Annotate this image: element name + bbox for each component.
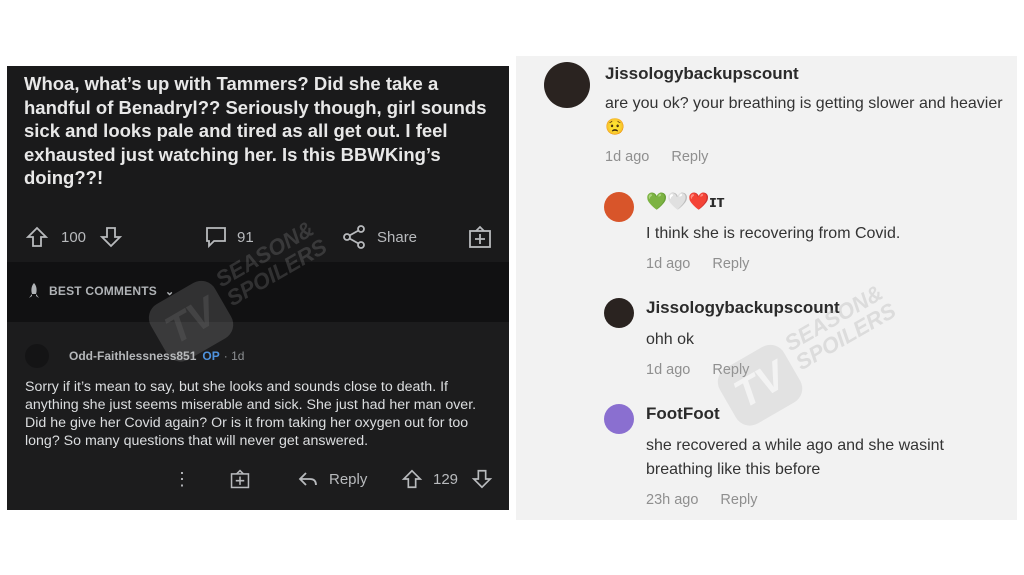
sort-bar: BEST COMMENTS ⌄	[7, 262, 509, 322]
tiktok-comments-panel: Jissologybackupscount are you ok? your b…	[516, 56, 1017, 520]
comment-time: 1d ago	[646, 256, 691, 272]
comments-button[interactable]: 91	[203, 220, 254, 254]
avatar[interactable]	[604, 404, 634, 434]
comment-item: FootFoot she recovered a while ago and s…	[516, 400, 1017, 518]
gift-icon	[230, 469, 250, 489]
reddit-post-panel: Whoa, what’s up with Tammers? Did she ta…	[7, 66, 509, 510]
comment-meta: 1d ago Reply	[646, 362, 749, 378]
op-badge: OP	[202, 349, 220, 363]
comment-text: ohh ok	[646, 331, 695, 348]
comment-card: Odd-Faithlessness851 OP · 1d Sorry if it…	[7, 322, 509, 510]
comment-time: · 1d	[223, 349, 245, 363]
comment-text: she recovered a while ago and she wasint…	[646, 437, 944, 478]
arrow-down-icon	[471, 469, 493, 489]
upvote-count: 100	[61, 228, 87, 246]
arrow-down-icon	[99, 227, 123, 248]
comment-item: Jissologybackupscount ohh ok 1d ago Reply	[516, 294, 1017, 394]
sort-label: BEST COMMENTS	[49, 284, 157, 298]
comment-body: Sorry if it’s mean to say, but she looks…	[25, 379, 477, 449]
comment-username[interactable]: 💚🤍❤️ɪт	[646, 192, 725, 212]
comment-actions: ⋮ Reply 129	[7, 464, 509, 494]
arrow-up-icon	[25, 226, 49, 247]
comment-time: 1d ago	[646, 362, 691, 378]
comment-meta: 1d ago Reply	[646, 256, 749, 272]
avatar[interactable]	[604, 192, 634, 222]
comment-meta: 23h ago Reply	[646, 492, 758, 508]
share-label: Share	[377, 228, 418, 246]
reply-arrow-icon	[298, 472, 317, 486]
reply-label: Reply	[329, 470, 368, 488]
arrow-up-icon	[401, 469, 423, 489]
comment-text: I think she is recovering from Covid.	[646, 225, 901, 242]
post-body: Whoa, what’s up with Tammers? Did she ta…	[24, 73, 487, 188]
comment-upvote-button[interactable]	[401, 464, 423, 494]
comment-username[interactable]: Jissologybackupscount	[605, 64, 799, 84]
reply-button[interactable]: Reply	[720, 492, 757, 508]
comment-item: 💚🤍❤️ɪт I think she is recovering from Co…	[516, 184, 1017, 284]
comment-item: Jissologybackupscount are you ok? your b…	[516, 56, 1017, 176]
sort-best-comments[interactable]: BEST COMMENTS ⌄	[25, 282, 174, 300]
comment-time: 23h ago	[646, 492, 699, 508]
avatar[interactable]	[25, 344, 49, 368]
downvote-button[interactable]	[99, 220, 123, 254]
share-button[interactable]: Share	[341, 220, 417, 254]
comment-downvote-button[interactable]	[471, 464, 493, 494]
comment-username[interactable]: Jissologybackupscount	[646, 298, 840, 318]
comment-time: 1d ago	[605, 149, 650, 165]
gift-icon	[469, 225, 491, 248]
award-button[interactable]	[467, 220, 493, 254]
comment-text: are you ok? your breathing is getting sl…	[605, 95, 1003, 136]
rocket-icon	[29, 283, 39, 298]
post-actions-bar: 100 91 Share	[7, 220, 509, 254]
chevron-down-icon: ⌄	[164, 285, 175, 298]
reply-button[interactable]: Reply	[712, 362, 749, 378]
comments-count: 91	[237, 228, 254, 246]
comment-award-button[interactable]	[229, 464, 251, 494]
comment-reply-button[interactable]: Reply	[297, 464, 367, 494]
reply-button[interactable]: Reply	[671, 149, 708, 165]
comment-vote-count: 129	[433, 470, 459, 488]
comment-username[interactable]: FootFoot	[646, 404, 720, 424]
more-options-button[interactable]: ⋮	[173, 464, 191, 494]
avatar[interactable]	[604, 298, 634, 328]
comment-header: Odd-Faithlessness851 OP · 1d	[25, 344, 244, 368]
share-icon	[343, 225, 365, 249]
comment-meta: 1d ago Reply	[605, 149, 708, 165]
reply-button[interactable]: Reply	[712, 256, 749, 272]
upvote-button[interactable]	[25, 220, 49, 254]
comment-username[interactable]: Odd-Faithlessness851	[69, 349, 196, 363]
avatar[interactable]	[544, 62, 590, 108]
comment-bubble-icon	[206, 227, 226, 249]
